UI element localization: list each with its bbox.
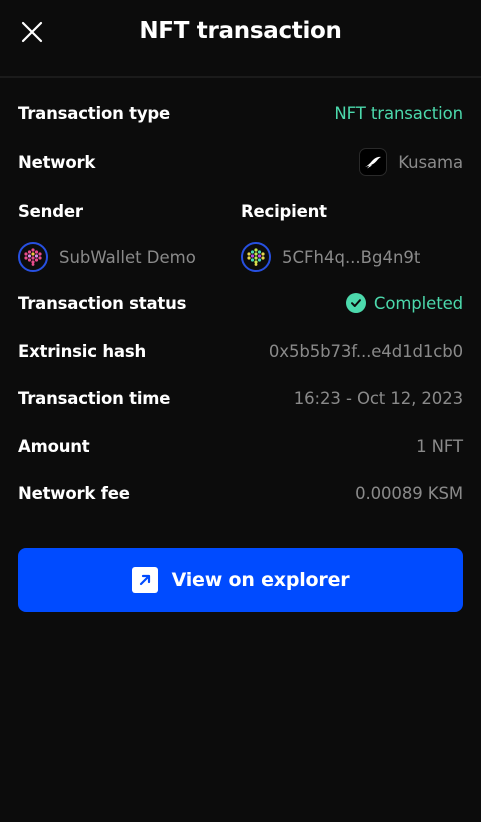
extrinsic-hash-row: Extrinsic hash 0x5b5b73f...e4d1d1cb0 bbox=[18, 337, 463, 365]
sender-value: SubWallet Demo bbox=[59, 247, 196, 267]
recipient-block: Recipient 5CFh4q...Bg4n9t bbox=[241, 200, 420, 272]
transaction-time-row: Transaction time 16:23 - Oct 12, 2023 bbox=[18, 384, 463, 412]
view-on-explorer-button[interactable]: View on explorer bbox=[18, 548, 463, 612]
extrinsic-hash-value[interactable]: 0x5b5b73f...e4d1d1cb0 bbox=[269, 342, 463, 361]
transaction-type-row: Transaction type NFT transaction bbox=[18, 99, 463, 127]
amount-value: 1 NFT bbox=[416, 436, 463, 456]
network-fee-label: Network fee bbox=[18, 483, 130, 503]
recipient-account[interactable]: 5CFh4q...Bg4n9t bbox=[241, 242, 420, 272]
network-label: Network bbox=[18, 152, 96, 172]
recipient-label: Recipient bbox=[241, 202, 327, 221]
avatar bbox=[18, 242, 48, 272]
transaction-time-value: 16:23 - Oct 12, 2023 bbox=[293, 388, 463, 408]
network-fee-row: Network fee 0.00089 KSM bbox=[18, 479, 463, 507]
transaction-time-label: Transaction time bbox=[18, 388, 171, 408]
page-title: NFT transaction bbox=[139, 18, 342, 44]
external-link-icon bbox=[131, 567, 158, 593]
transaction-status-value: Completed bbox=[373, 293, 463, 313]
amount-row: Amount 1 NFT bbox=[18, 432, 463, 460]
kusama-bird-icon bbox=[359, 148, 388, 176]
header: NFT transaction bbox=[0, 0, 481, 78]
avatar bbox=[241, 242, 271, 272]
sender-block: Sender SubWallet Demo bbox=[18, 200, 196, 272]
network-value-group: Kusama bbox=[359, 148, 463, 176]
view-on-explorer-label: View on explorer bbox=[171, 569, 350, 591]
network-value: Kusama bbox=[398, 152, 463, 172]
sender-label: Sender bbox=[18, 202, 83, 221]
recipient-value: 5CFh4q...Bg4n9t bbox=[282, 247, 421, 267]
amount-label: Amount bbox=[18, 436, 90, 456]
transaction-type-value: NFT transaction bbox=[334, 103, 463, 123]
transaction-status-label: Transaction status bbox=[18, 293, 187, 313]
transaction-type-label: Transaction type bbox=[18, 103, 171, 123]
transaction-status-row: Transaction status Completed bbox=[18, 289, 463, 317]
network-row: Network Kusama bbox=[18, 148, 463, 176]
sender-account[interactable]: SubWallet Demo bbox=[18, 242, 196, 272]
check-circle-icon bbox=[345, 293, 366, 313]
network-fee-value: 0.00089 KSM bbox=[355, 483, 463, 503]
status-badge: Completed bbox=[345, 293, 463, 313]
extrinsic-hash-label: Extrinsic hash bbox=[18, 341, 146, 361]
